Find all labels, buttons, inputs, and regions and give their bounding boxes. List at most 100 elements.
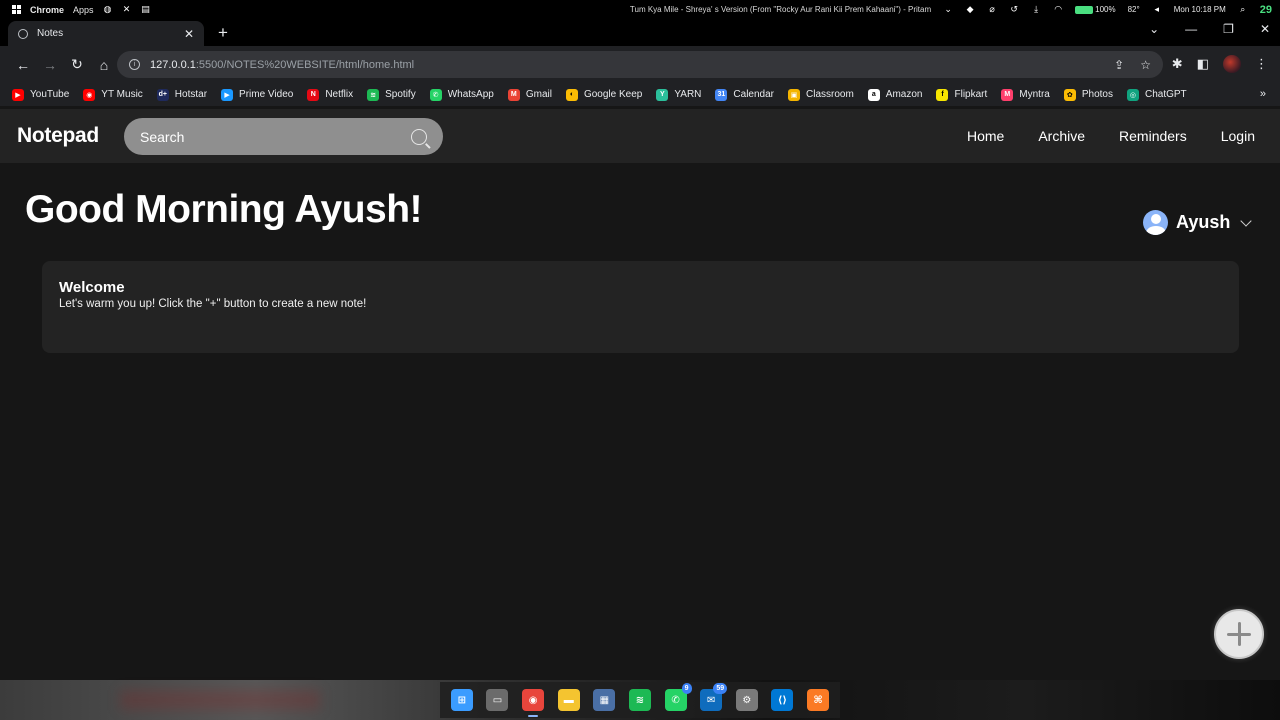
bookmark-spotify[interactable]: ≋ Spotify (367, 88, 416, 101)
close-window-button[interactable]: ✕ (1260, 22, 1270, 36)
add-note-button[interactable] (1214, 609, 1264, 659)
plus-icon (1227, 622, 1251, 646)
nav-login-link[interactable]: Login (1221, 128, 1255, 144)
hotstar-icon: d+ (156, 88, 169, 101)
bookmark-amazon[interactable]: a Amazon (867, 88, 923, 101)
bookmark-label: Amazon (885, 89, 923, 100)
brand-logo[interactable]: Notepad (17, 124, 99, 148)
chrome-icon[interactable]: ◉ (522, 689, 545, 717)
extensions-icon[interactable]: ✱ (1172, 56, 1183, 72)
back-button[interactable]: ← (10, 52, 36, 78)
notes-icon[interactable]: ▤ (141, 4, 151, 15)
whatsapp-icon[interactable]: ✆ 9 (664, 683, 692, 711)
nav-archive-link[interactable]: Archive (1038, 128, 1085, 144)
bookmark-chatgpt[interactable]: ◎ ChatGPT (1126, 88, 1187, 101)
bookmark-hotstar[interactable]: d+ Hotstar (156, 88, 207, 101)
active-app-name: Chrome (30, 4, 65, 15)
history-icon[interactable]: ↺ (1009, 4, 1019, 15)
bookmark-calendar[interactable]: 31 Calendar (715, 88, 774, 101)
file-explorer-icon[interactable]: ▬ (557, 689, 580, 711)
bookmark-netflix[interactable]: N Netflix (307, 88, 354, 101)
bookmark-label: Photos (1081, 89, 1113, 100)
address-bar[interactable]: i 127.0.0.1:5500/NOTES%20WEBSITE/html/ho… (117, 51, 1163, 78)
settings-icon[interactable]: ⚙ (735, 689, 758, 711)
bookmark-label: YARN (674, 89, 702, 100)
corner-counter[interactable]: 29 (1260, 4, 1272, 16)
gmail-icon: M (507, 88, 520, 101)
windows-start-icon[interactable] (12, 5, 21, 14)
tab-notes[interactable]: Notes ✕ (8, 21, 204, 46)
bookmarks-overflow-icon[interactable]: » (1260, 88, 1266, 100)
side-panel-icon[interactable]: ◧ (1197, 56, 1209, 72)
photos-icon: ✿ (1063, 88, 1076, 101)
weather-readout[interactable]: 82° (1128, 5, 1140, 14)
download-icon[interactable]: ⤓ (1031, 4, 1041, 15)
calculator-icon[interactable]: ▦ (593, 689, 616, 711)
new-tab-button[interactable]: + (218, 23, 228, 43)
site-info-icon[interactable]: i (129, 59, 140, 70)
calendar-icon: 31 (715, 88, 728, 101)
bookmarks-bar: ▶ YouTube ◉ YT Music d+ Hotstar ▶ Prime Video N N… (0, 83, 1280, 106)
minimize-button[interactable]: — (1185, 22, 1197, 36)
profile-avatar[interactable] (1223, 55, 1241, 73)
chevron-down-icon[interactable]: ⌄ (943, 4, 953, 15)
myntra-icon: M (1001, 88, 1014, 101)
outlook-icon[interactable]: ✉ 59 (700, 683, 728, 711)
task-view-icon[interactable]: ▭ (486, 689, 509, 711)
apps-menu[interactable]: Apps (73, 5, 94, 15)
flipkart-icon: f (936, 88, 949, 101)
maximize-button[interactable]: ❐ (1223, 22, 1234, 36)
bookmark-label: Netflix (325, 89, 354, 100)
bookmark-classroom[interactable]: ▣ Classroom (788, 88, 854, 101)
vscode-icon[interactable]: ⟨⟩ (771, 689, 794, 711)
globe-icon (18, 28, 28, 39)
wifi-icon[interactable]: ◠ (1053, 4, 1063, 15)
tab-search-icon[interactable]: ⌄ (1149, 22, 1159, 36)
notification-badge: 9 (681, 683, 692, 694)
battery-percent: 100% (1095, 5, 1116, 14)
bookmark-youtube[interactable]: ▶ YouTube (12, 88, 69, 101)
tools-icon[interactable]: ✕ (122, 4, 132, 15)
close-icon[interactable]: ✕ (184, 27, 194, 41)
os-taskbar: ⊞ ▭ ◉ ▬ ▦ ≋ ✆ 9 ✉ 59 ⚙ ⟨⟩ ⌘ (0, 680, 1280, 720)
reload-button[interactable]: ↻ (64, 52, 90, 78)
bookmark-gmail[interactable]: M Gmail (507, 88, 552, 101)
location-icon[interactable]: ◆ (965, 4, 975, 15)
bookmark-photos[interactable]: ✿ Photos (1063, 88, 1113, 101)
prime-video-icon: ▶ (221, 88, 234, 101)
bookmark-prime-video[interactable]: ▶ Prime Video (221, 88, 293, 101)
note-card[interactable]: Welcome Let's warm you up! Click the "+"… (42, 261, 1239, 353)
bookmark-label: Myntra (1019, 89, 1050, 100)
volume-icon[interactable]: ◂ (1152, 4, 1162, 15)
note-body: Let's warm you up! Click the "+" button … (59, 298, 367, 310)
system-clock[interactable]: Mon 10:18 PM (1174, 5, 1226, 14)
battery-indicator[interactable]: 100% (1075, 5, 1116, 14)
xampp-icon[interactable]: ⌘ (807, 689, 830, 711)
netflix-icon: N (307, 88, 320, 101)
spotify-icon: ≋ (367, 88, 380, 101)
bookmark-label: Gmail (525, 89, 552, 100)
search-input[interactable] (140, 128, 411, 145)
more-menu-icon[interactable]: ⋮ (1255, 56, 1268, 72)
share-icon[interactable]: ⇪ (1114, 58, 1124, 72)
bookmark-myntra[interactable]: M Myntra (1001, 88, 1050, 101)
search-icon[interactable] (411, 128, 427, 145)
bookmark-yt-music[interactable]: ◉ YT Music (83, 88, 143, 101)
forward-button[interactable]: → (37, 52, 63, 78)
paperclip-icon[interactable]: ⌀ (987, 4, 997, 15)
search-icon[interactable]: ⌕ (1238, 4, 1248, 15)
bookmark-google-keep[interactable]: ◐ Google Keep (565, 88, 642, 101)
bookmark-star-icon[interactable]: ☆ (1140, 58, 1151, 72)
nav-reminders-link[interactable]: Reminders (1119, 128, 1187, 144)
user-menu[interactable]: Ayush (1143, 210, 1253, 235)
globe-icon[interactable]: ◍ (103, 4, 113, 15)
bookmark-yarn[interactable]: Y YARN (656, 88, 702, 101)
nav-home-link[interactable]: Home (967, 128, 1004, 144)
bookmark-whatsapp[interactable]: ✆ WhatsApp (429, 88, 494, 101)
start-icon[interactable]: ⊞ (450, 689, 473, 711)
home-button[interactable]: ⌂ (91, 52, 117, 78)
now-playing-title[interactable]: Tum Kya Mile - Shreya' s Version (From "… (630, 5, 931, 14)
bookmark-flipkart[interactable]: f Flipkart (936, 88, 987, 101)
spotify-icon[interactable]: ≋ (628, 689, 651, 711)
bookmark-label: WhatsApp (447, 89, 494, 100)
